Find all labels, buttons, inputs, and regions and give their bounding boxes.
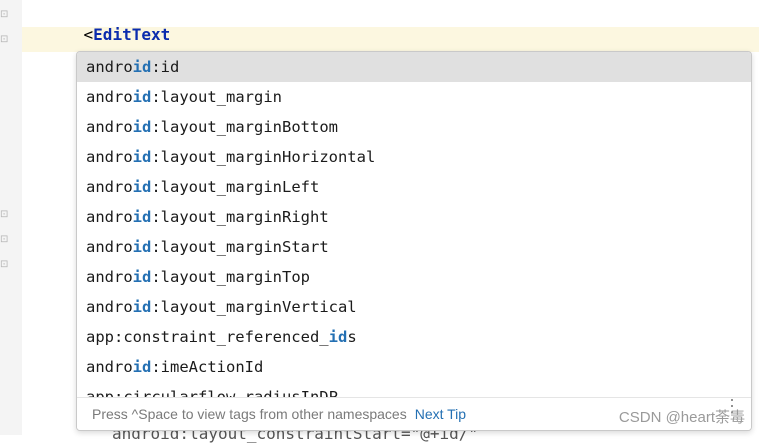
completion-list[interactable]: android:id android:layout_margin android…: [77, 52, 751, 398]
footer-hint-text: Press ^Space to view tags from other nam…: [92, 406, 407, 422]
completion-item[interactable]: android:id: [77, 52, 751, 82]
editor-gutter: ⊡ ⊡ ⊡ ⊡ ⊡: [0, 0, 22, 435]
watermark: CSDN @heart荼毒: [618, 409, 745, 426]
completion-item[interactable]: android:layout_marginStart: [77, 232, 751, 262]
completion-item[interactable]: android:layout_marginTop: [77, 262, 751, 292]
completion-item[interactable]: app:circularflow_radiusInDP: [77, 382, 751, 398]
completion-item[interactable]: android:layout_marginRight: [77, 202, 751, 232]
fold-icon[interactable]: ⊡: [0, 234, 10, 245]
fold-icon[interactable]: ⊡: [0, 34, 10, 45]
completion-item[interactable]: android:layout_margin: [77, 82, 751, 112]
completion-item[interactable]: app:constraint_referenced_ids: [77, 322, 751, 352]
completion-item[interactable]: android:layout_marginHorizontal: [77, 142, 751, 172]
fold-icon[interactable]: ⊡: [0, 9, 10, 20]
completion-popup[interactable]: android:id android:layout_margin android…: [76, 51, 752, 431]
completion-item[interactable]: android:layout_marginLeft: [77, 172, 751, 202]
completion-item[interactable]: android:imeActionId: [77, 352, 751, 382]
completion-item[interactable]: android:layout_marginVertical: [77, 292, 751, 322]
fold-icon[interactable]: ⊡: [0, 259, 10, 270]
fold-icon[interactable]: ⊡: [0, 209, 10, 220]
next-tip-link[interactable]: Next Tip: [415, 406, 466, 422]
completion-item[interactable]: android:layout_marginBottom: [77, 112, 751, 142]
